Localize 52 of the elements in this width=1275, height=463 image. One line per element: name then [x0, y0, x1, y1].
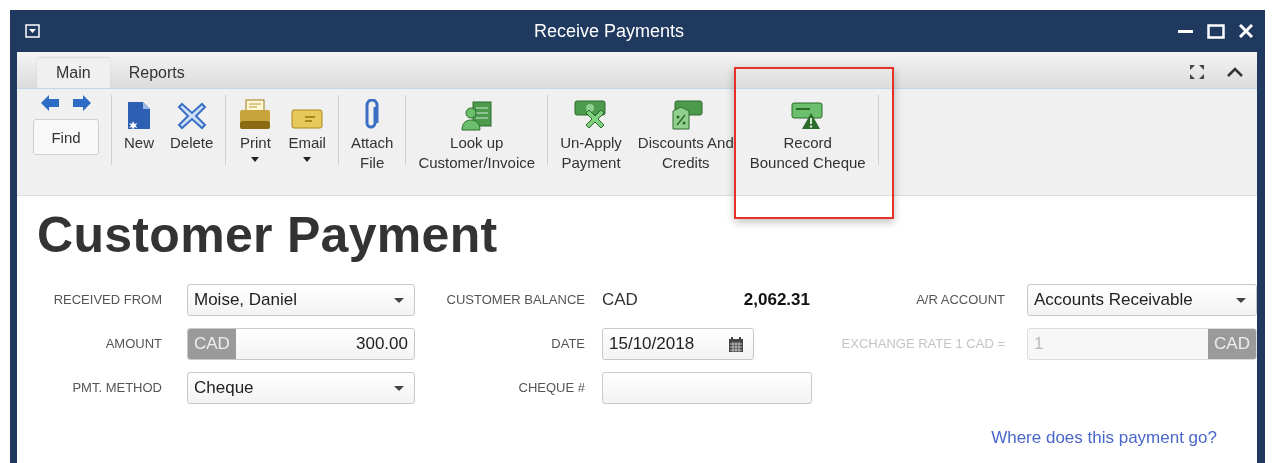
expand-icon[interactable]: [1189, 64, 1205, 80]
field-label: AMOUNT: [104, 335, 162, 351]
toolbar-button[interactable]: Record Bounced Cheque: [741, 95, 874, 177]
toolbar-button[interactable]: Look up Customer/Invoice: [410, 95, 544, 177]
field-label: RECEIVED FROM: [52, 291, 162, 307]
field-label: CHEQUE #: [517, 379, 585, 395]
toolbar-button[interactable]: Attach File: [342, 95, 402, 177]
window-menu-icon[interactable]: [25, 24, 40, 38]
back-arrow-icon[interactable]: [41, 95, 59, 111]
toolbar-button[interactable]: Print: [230, 95, 281, 166]
tab[interactable]: Reports: [109, 58, 204, 88]
toolbar-button[interactable]: Un-Apply Payment: [552, 95, 630, 177]
document-icon: [126, 101, 152, 131]
printer-icon: [238, 99, 273, 131]
currency-tag: CAD: [188, 329, 236, 359]
forward-arrow-icon[interactable]: [73, 95, 91, 111]
dropdown-caret-icon: [394, 297, 404, 303]
banknote-cross-icon: [574, 99, 608, 131]
cheque-warning-icon: [790, 101, 825, 131]
close-icon: [176, 101, 207, 131]
field-label: CUSTOMER BALANCE: [445, 291, 585, 307]
dropdown-caret-icon: [1236, 297, 1246, 303]
form-heading: Customer Payment: [37, 206, 499, 264]
dropdown-field[interactable]: Moise, Daniel: [187, 284, 415, 316]
currency-code: CAD: [602, 290, 638, 310]
field-label: A/R ACCOUNT: [915, 291, 1005, 307]
customer-ledger-icon: [460, 101, 493, 131]
toolbar-button[interactable]: New: [116, 95, 162, 157]
envelope-icon: [291, 107, 324, 131]
paperclip-icon: [363, 99, 382, 131]
toolbar-button[interactable]: Email: [280, 95, 334, 166]
dropdown-field[interactable]: Cheque: [187, 372, 415, 404]
close-icon[interactable]: [1239, 24, 1253, 38]
dropdown-caret-icon: [394, 385, 404, 391]
find-button[interactable]: Find: [33, 119, 99, 155]
toolbar-button[interactable]: Discounts And Credits: [629, 95, 742, 177]
date-field[interactable]: 15/10/2018: [602, 328, 754, 360]
input-field[interactable]: [602, 372, 812, 404]
currency-tag: CAD: [1208, 329, 1256, 359]
field-label: DATE: [550, 335, 585, 351]
help-link[interactable]: Where does this payment go?: [991, 428, 1217, 448]
calendar-icon[interactable]: [729, 336, 743, 352]
balance-amount: 2,062.31: [743, 290, 810, 310]
field-label: EXCHANGE RATE 1 CAD =: [840, 335, 1005, 351]
tab[interactable]: Main: [37, 58, 110, 88]
window-title: Receive Payments: [532, 20, 686, 42]
field-label: PMT. METHOD: [71, 379, 162, 395]
amount-field[interactable]: CAD 300.00: [187, 328, 415, 360]
maximize-icon[interactable]: [1207, 23, 1225, 39]
dropdown-field[interactable]: Accounts Receivable: [1027, 284, 1257, 316]
toolbar-button[interactable]: Delete: [162, 95, 222, 157]
collapse-caret-icon[interactable]: [1227, 67, 1243, 77]
